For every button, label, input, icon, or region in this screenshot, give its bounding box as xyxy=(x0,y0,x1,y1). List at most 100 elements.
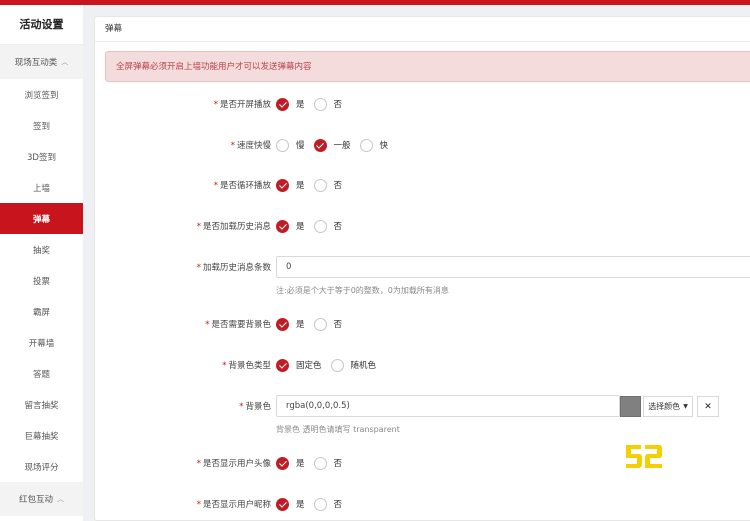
radio-unchecked-icon[interactable] xyxy=(276,138,289,152)
radio-label: 固定色 xyxy=(296,361,322,371)
notice-alert: 全屏弹幕必须开启上墙功能用户才可以发送弹幕内容 xyxy=(105,51,750,82)
bg-color-input[interactable]: rgba(0,0,0,0.5) xyxy=(276,395,620,417)
sidebar-item[interactable]: 答题 xyxy=(0,358,83,389)
sidebar-item[interactable]: 弹幕 xyxy=(0,203,83,234)
radio-checked-icon[interactable] xyxy=(276,317,289,331)
radio-label: 快 xyxy=(379,141,389,151)
radio-option[interactable]: 是 xyxy=(276,97,305,111)
field-label: * 是否显示用户昵称 xyxy=(196,500,271,510)
radio-unchecked-icon[interactable] xyxy=(313,97,327,111)
radio-label: 是 xyxy=(296,222,305,232)
sidebar-group-live[interactable]: 现场互动类 ︿ xyxy=(0,45,83,79)
radio-option[interactable]: 固定色 xyxy=(276,358,322,372)
bg-color-hint: 背景色 透明色请填写 transparent xyxy=(276,425,400,434)
radio-unchecked-icon[interactable] xyxy=(359,138,373,152)
radio-label: 否 xyxy=(333,222,343,232)
sidebar: 活动设置 现场互动类 ︿ 浏览签到 签到 3D签到 上墙 弹幕 抽奖 投票 霸屏 开幕墙 答题 留言… xyxy=(0,5,83,521)
sidebar-item[interactable]: 抽奖 xyxy=(0,234,83,265)
radio-checked-icon[interactable] xyxy=(313,138,327,152)
radio-checked-icon[interactable] xyxy=(276,456,289,470)
close-icon: ✕ xyxy=(704,401,712,412)
field-label: * 速度快慢 xyxy=(230,141,271,151)
radio-label: 一般 xyxy=(333,141,351,151)
radio-option[interactable]: 是 xyxy=(276,219,305,233)
radio-option[interactable]: 否 xyxy=(313,317,343,331)
radio-option[interactable]: 慢 xyxy=(276,138,305,152)
sidebar-item[interactable]: 留言抽奖 xyxy=(0,389,83,420)
field-loop: * 是否循环播放 是 否 xyxy=(95,177,750,193)
radio-option[interactable]: 是 xyxy=(276,456,305,470)
chevron-up-icon: ︿ xyxy=(57,495,64,503)
field-label: * 背景色 xyxy=(239,402,271,412)
radio-checked-icon[interactable] xyxy=(276,97,289,111)
radio-option[interactable]: 快 xyxy=(359,138,389,152)
sidebar-item[interactable]: 现场评分 xyxy=(0,451,83,482)
field-speed: * 速度快慢 慢 一般 快 xyxy=(95,137,750,153)
radio-option[interactable]: 是 xyxy=(276,497,305,511)
radio-unchecked-icon[interactable] xyxy=(330,358,344,372)
radio-option[interactable]: 否 xyxy=(313,497,343,511)
radio-checked-icon[interactable] xyxy=(276,178,289,192)
sidebar-item[interactable]: 开幕墙 xyxy=(0,327,83,358)
field-show-nick: * 是否显示用户昵称 是 否 xyxy=(95,496,750,512)
clear-color-button[interactable]: ✕ xyxy=(697,396,719,417)
radio-option[interactable]: 是 xyxy=(276,317,305,331)
sidebar-item[interactable]: 投票 xyxy=(0,265,83,296)
radio-label: 否 xyxy=(333,181,343,191)
panel-title: 弹幕 xyxy=(95,17,750,42)
field-label: * 是否需要背景色 xyxy=(205,320,271,330)
sidebar-item[interactable]: 霸屏 xyxy=(0,296,83,327)
field-need-bg: * 是否需要背景色 是 否 xyxy=(95,316,750,332)
radio-label: 是 xyxy=(296,181,305,191)
color-swatch[interactable] xyxy=(620,396,641,417)
history-count-hint: 注:必须是个大于等于0的整数，0为加载所有消息 xyxy=(276,286,449,295)
radio-checked-icon[interactable] xyxy=(276,358,289,372)
field-label: * 是否开屏播放 xyxy=(213,100,271,110)
sidebar-item[interactable]: 3D签到 xyxy=(0,141,83,172)
radio-label: 是 xyxy=(296,459,305,469)
history-count-input[interactable]: 0 xyxy=(276,256,750,278)
radio-option[interactable]: 否 xyxy=(313,219,343,233)
field-label: * 是否循环播放 xyxy=(213,181,271,191)
caret-down-icon: ▼ xyxy=(683,403,688,410)
sidebar-item[interactable]: 上墙 xyxy=(0,172,83,203)
sidebar-item[interactable]: 巨幕抽奖 xyxy=(0,420,83,451)
radio-option[interactable]: 随机色 xyxy=(330,358,377,372)
radio-unchecked-icon[interactable] xyxy=(313,497,327,511)
sidebar-item[interactable]: 浏览签到 xyxy=(0,79,83,110)
radio-label: 否 xyxy=(333,100,343,110)
sidebar-title: 活动设置 xyxy=(0,5,83,45)
radio-option[interactable]: 否 xyxy=(313,456,342,470)
radio-unchecked-icon[interactable] xyxy=(313,456,327,470)
radio-label: 随机色 xyxy=(350,361,377,371)
radio-label: 慢 xyxy=(296,141,305,151)
radio-unchecked-icon[interactable] xyxy=(313,178,327,192)
radio-label: 是 xyxy=(296,100,305,110)
watermark-logo xyxy=(626,445,662,468)
radio-label: 否 xyxy=(333,320,343,330)
field-label: * 是否显示用户头像 xyxy=(196,459,271,469)
chevron-up-icon: ︿ xyxy=(61,58,69,66)
sidebar-group-redpacket[interactable]: 红包互动 ︿ xyxy=(0,482,83,516)
radio-label: 否 xyxy=(333,500,343,510)
radio-option[interactable]: 一般 xyxy=(313,138,351,152)
field-label: * 是否加载历史消息 xyxy=(196,222,271,232)
field-label: * 加载历史消息条数 xyxy=(196,263,271,273)
radio-unchecked-icon[interactable] xyxy=(313,317,327,331)
radio-option[interactable]: 否 xyxy=(313,178,343,192)
sidebar-item[interactable]: 签到 xyxy=(0,110,83,141)
field-label: * 背景色类型 xyxy=(222,361,271,371)
radio-label: 是 xyxy=(296,500,305,510)
sidebar-group-label: 现场互动类 xyxy=(14,58,58,68)
pick-color-button[interactable]: 选择颜色 ▼ xyxy=(643,396,693,417)
radio-option[interactable]: 否 xyxy=(313,97,343,111)
radio-label: 是 xyxy=(296,320,305,330)
radio-checked-icon[interactable] xyxy=(276,497,289,511)
top-accent-bar xyxy=(0,0,750,5)
sidebar-group-label: 红包互动 xyxy=(18,495,53,505)
field-fullscreen: * 是否开屏播放 是 否 xyxy=(95,96,750,112)
field-bg-type: * 背景色类型 固定色 随机色 xyxy=(95,357,750,373)
radio-option[interactable]: 是 xyxy=(276,178,305,192)
radio-checked-icon[interactable] xyxy=(276,219,289,233)
radio-unchecked-icon[interactable] xyxy=(313,219,327,233)
